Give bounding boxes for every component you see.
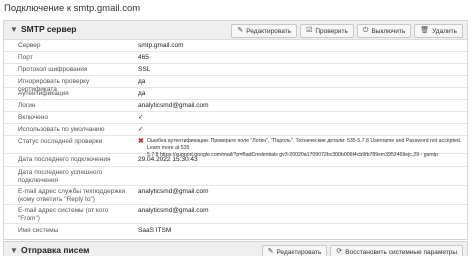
- check-box-icon: ☑: [306, 27, 313, 34]
- row-label: Дата последнего подключения: [18, 156, 111, 163]
- disable-button-label: Выключить: [371, 27, 406, 35]
- row-last-success: Дата последнего успешного подключения: [4, 167, 467, 186]
- chevron-down-icon[interactable]: ▼: [10, 25, 18, 35]
- row-support-email: E-mail адрес службы техподдержки (кому о…: [4, 186, 467, 205]
- row-value: да: [138, 90, 146, 97]
- edit-button[interactable]: ✎ Редактировать: [231, 24, 298, 38]
- restore-icon: ⟳: [336, 248, 343, 255]
- pencil-icon: ✎: [267, 248, 274, 255]
- row-label: Логин: [18, 102, 36, 109]
- delete-button-label: Удалить: [432, 27, 457, 35]
- row-label: Включено: [18, 114, 48, 121]
- send-panel-header[interactable]: ▼ Отправка писем ✎ Редактировать ⟳ Восст…: [4, 242, 467, 256]
- smtp-panel-title: SMTP сервер: [21, 24, 77, 34]
- smtp-toolbar: ✎ Редактировать ☑ Проверить ⏻ Выключить …: [231, 24, 463, 38]
- power-icon: ⏻: [362, 27, 369, 34]
- row-label: E-mail адрес системы (от кого "From"): [18, 207, 109, 222]
- row-login: Логин analyticsmd@gmail.com: [4, 100, 467, 112]
- check-icon: ✓: [138, 126, 144, 133]
- check-button-label: Проверить: [315, 27, 348, 35]
- row-encryption: Протокол шифрования SSL: [4, 64, 467, 76]
- edit-button[interactable]: ✎ Редактировать: [261, 245, 328, 256]
- row-last-connection: Дата последнего подключения 29.04.2022 1…: [4, 154, 467, 167]
- row-port: Порт 465: [4, 52, 467, 64]
- row-last-check-status: Статус последней проверки ✖ Ошибка аутен…: [4, 136, 467, 158]
- row-label: Порт: [18, 54, 33, 61]
- row-server: Сервер smtp.gmail.com: [4, 40, 467, 52]
- row-label: Дата последнего успешного подключения: [18, 169, 103, 184]
- row-value: analyticsmd@gmail.com: [138, 188, 209, 195]
- chevron-down-icon[interactable]: ▼: [10, 246, 18, 256]
- check-icon: ✓: [138, 114, 144, 121]
- row-label: Имя системы: [18, 227, 59, 234]
- row-value: 29.04.2022 15:30:43: [138, 156, 198, 163]
- row-label: Сервер: [18, 42, 41, 49]
- row-label: E-mail адрес службы техподдержки (кому о…: [18, 188, 126, 203]
- edit-button-label: Редактировать: [246, 27, 292, 35]
- delete-button[interactable]: 🗑 Удалить: [414, 24, 463, 38]
- row-value: 465: [138, 54, 149, 61]
- error-line-1: Ошибка аутентификации. Проверьте поле "Л…: [147, 138, 462, 151]
- check-button[interactable]: ☑ Проверить: [300, 24, 354, 38]
- row-default: Использовать по умолчанию ✓: [4, 124, 467, 136]
- send-toolbar: ✎ Редактировать ⟳ Восстановить системные…: [261, 245, 463, 256]
- smtp-connection-page: Подключение к smtp.gmail.com ▼ SMTP серв…: [0, 0, 474, 256]
- row-auth: Аутентификация да: [4, 88, 467, 100]
- smtp-panel-header[interactable]: ▼ SMTP сервер ✎ Редактировать ☑ Проверит…: [4, 21, 467, 40]
- edit-button-label: Редактировать: [276, 248, 322, 256]
- error-icon: ✖: [138, 138, 144, 145]
- row-system-email: E-mail адрес системы (от кого "From") an…: [4, 205, 467, 224]
- row-label: Статус последней проверки: [18, 138, 103, 145]
- row-label: Использовать по умолчанию: [18, 126, 105, 133]
- row-label: Протокол шифрования: [18, 66, 88, 73]
- row-ignore-cert: Игнорировать проверку сертификата да: [4, 76, 467, 93]
- row-value: analyticsmd@gmail.com: [138, 102, 209, 109]
- trash-icon: 🗑: [420, 27, 430, 34]
- disable-button[interactable]: ⏻ Выключить: [356, 24, 412, 38]
- restore-defaults-label: Восстановить системные параметры: [345, 248, 457, 256]
- row-value: SSL: [138, 66, 151, 73]
- row-enabled: Включено ✓: [4, 112, 467, 124]
- send-panel-title: Отправка писем: [21, 245, 90, 255]
- row-system-name: Имя системы SaaS ITSM: [4, 224, 467, 239]
- row-value: analyticsmd@gmail.com: [138, 207, 209, 214]
- row-value: smtp.gmail.com: [138, 42, 184, 49]
- smtp-server-panel: ▼ SMTP сервер ✎ Редактировать ☑ Проверит…: [3, 20, 468, 240]
- row-value: да: [138, 78, 146, 85]
- mail-sending-panel: ▼ Отправка писем ✎ Редактировать ⟳ Восст…: [3, 241, 468, 256]
- row-value: SaaS ITSM: [138, 227, 172, 234]
- row-label: Аутентификация: [18, 90, 69, 97]
- restore-defaults-button[interactable]: ⟳ Восстановить системные параметры: [330, 245, 463, 256]
- pencil-icon: ✎: [237, 27, 244, 34]
- page-title: Подключение к smtp.gmail.com: [4, 3, 141, 14]
